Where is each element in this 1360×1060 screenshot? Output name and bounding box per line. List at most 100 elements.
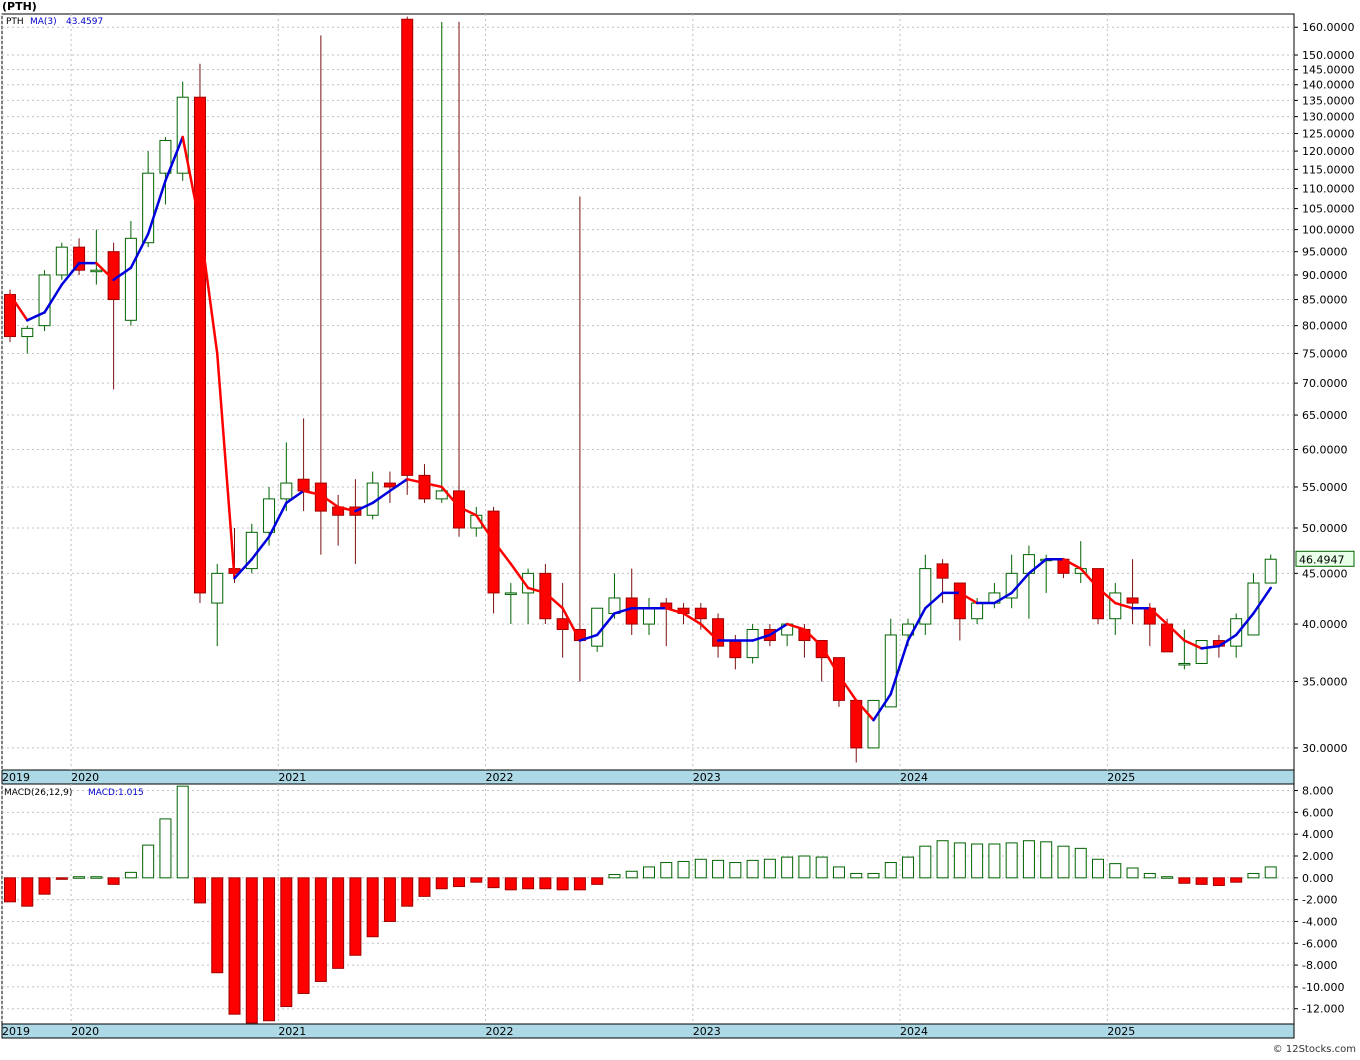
macd-tick-label: -2.000 [1302,894,1337,907]
macd-bar [556,877,569,891]
macd-legend-label: MACD(26,12,9) [4,788,72,798]
macd-bar [193,877,206,904]
macd-bar [919,845,932,879]
candle-body [867,699,880,749]
macd-bar [245,877,258,1024]
macd-bar [1230,877,1243,883]
candle-body [1230,618,1243,647]
candle-body [1126,597,1139,604]
macd-bar [159,818,172,879]
macd-bar [1143,872,1156,879]
macd-bar [124,871,137,879]
macd-bar [591,877,604,885]
macd-bar [280,877,293,1008]
candle-body [1178,662,1191,666]
macd-bar [522,877,535,890]
macd-bar [21,877,34,907]
price-tick-label: 70.0000 [1302,377,1348,390]
candle-body [556,618,569,630]
candle-body [712,618,725,647]
macd-bar [798,855,811,879]
price-tick-label: 50.0000 [1302,522,1348,535]
macd-bar [953,842,966,879]
macd-bar [211,877,224,974]
macd-bar [4,877,16,903]
candle-body [625,597,638,625]
macd-bar [573,877,586,891]
macd-bar [1247,872,1260,879]
candle-body [936,563,949,579]
candle-body [642,607,655,625]
macd-tick-label: 2.000 [1302,850,1334,863]
macd-bar [832,866,845,879]
macd-bar [884,862,897,879]
macd-bar [850,872,863,879]
macd-bar [228,877,241,1015]
macd-tick-label: -6.000 [1302,937,1337,950]
macd-year-label: 2019 [2,1025,30,1038]
last-price-label: 46.4947 [1299,553,1345,566]
candle-body [418,474,431,500]
price-tick-label: 30.0000 [1302,742,1348,755]
price-tick-label: 115.0000 [1302,163,1355,176]
macd-bar [1092,858,1105,879]
candle-body [297,478,310,492]
price-tick-label: 160.0000 [1302,21,1355,34]
macd-date-strip [1,1023,1295,1039]
year-label: 2021 [278,771,306,784]
candle-body [38,274,51,327]
price-tick-label: 120.0000 [1302,145,1355,158]
macd-bar [1264,866,1277,879]
macd-bar [763,858,776,879]
macd-bar [1040,841,1053,879]
macd-bar [314,877,327,982]
macd-year-label: 2024 [900,1025,928,1038]
macd-bar [539,877,552,890]
macd-bar [746,859,759,879]
candle-body [1109,592,1122,620]
macd-bar [487,877,500,889]
price-tick-label: 40.0000 [1302,618,1348,631]
macd-tick-label: -12.000 [1302,1003,1344,1016]
price-tick-label: 130.0000 [1302,111,1355,124]
candle-body [591,607,604,647]
price-tick-label: 100.0000 [1302,224,1355,237]
macd-bar [1109,863,1122,879]
year-label: 2022 [486,771,514,784]
price-tick-label: 85.0000 [1302,294,1348,307]
price-tick-label: 75.0000 [1302,347,1348,360]
macd-tick-label: -4.000 [1302,915,1337,928]
candle-body [1195,640,1208,664]
footer-credit: © 12Stocks.com [1272,1044,1356,1055]
candle-body [383,482,396,488]
macd-bar [1074,847,1087,879]
macd-bar [383,877,396,922]
macd-tick-label: 0.000 [1302,872,1334,885]
candle-body [694,607,707,620]
macd-bar [401,877,414,907]
macd-bar [694,858,707,879]
price-tick-label: 65.0000 [1302,409,1348,422]
macd-bar [107,877,120,885]
macd-tick-label: 8.000 [1302,785,1334,798]
macd-bar [55,877,68,880]
macd-bar [435,877,448,890]
macd-bar [1178,877,1191,884]
year-label: 2024 [900,771,928,784]
candle-body [1092,568,1105,620]
price-tick-label: 150.0000 [1302,49,1355,62]
year-label: 2019 [2,771,30,784]
macd-bar [660,862,673,879]
price-tick-label: 105.0000 [1302,203,1355,216]
macd-bar [38,877,51,895]
year-label: 2020 [71,771,99,784]
macd-bar [263,877,276,1022]
macd-bar [608,874,621,879]
macd-bar [142,844,155,879]
candle-body [21,327,34,338]
macd-year-label: 2021 [278,1025,306,1038]
candle-body [193,96,206,594]
macd-bar [815,856,828,879]
year-label: 2025 [1107,771,1135,784]
macd-bar [936,840,949,879]
